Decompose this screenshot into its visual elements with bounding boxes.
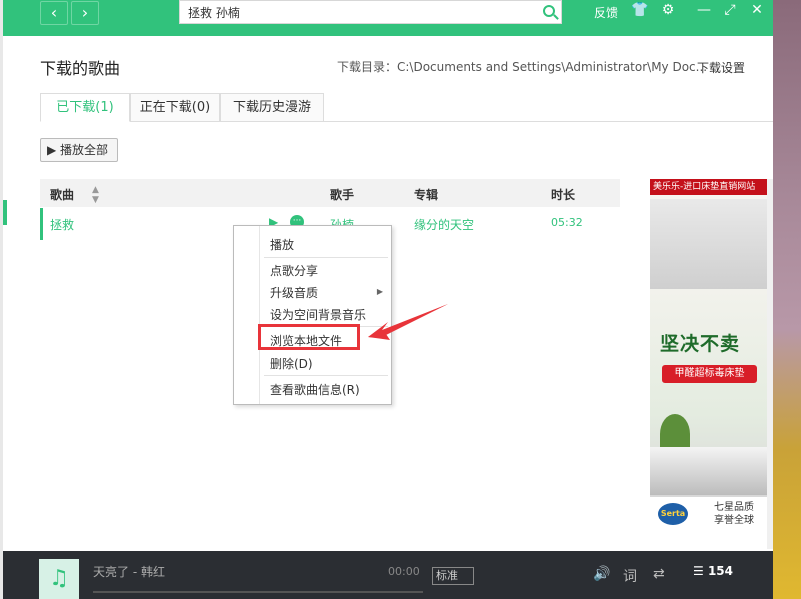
download-settings-link[interactable]: 下载设置 (697, 59, 745, 76)
quality-selector[interactable]: 标准 (432, 567, 474, 585)
duration: 05:32 (551, 216, 583, 229)
annotation-arrow-icon (368, 304, 448, 340)
mattress-image (650, 199, 767, 289)
playlist-button[interactable]: ☰ 154 (693, 564, 733, 578)
tab-downloading[interactable]: 正在下载(0) (130, 93, 220, 122)
player-bar: ♫ 天亮了 - 韩红 00:00 标准 🔊 词 ⇄ ☰ 154 (3, 551, 773, 599)
album-name[interactable]: 缘分的天空 (414, 216, 474, 233)
ad-badge: 甲醛超标毒床垫 (662, 365, 757, 383)
playmode-icon[interactable]: ⇄ (653, 566, 665, 582)
window-left-edge (0, 0, 3, 599)
menu-divider (264, 375, 388, 376)
ad-slogan: 坚决不卖 (660, 333, 741, 355)
desktop-background (773, 0, 801, 599)
tab-download-history[interactable]: 下载历史漫游 (220, 93, 324, 122)
sidebar-active-marker (3, 200, 7, 225)
volume-icon[interactable]: 🔊 (593, 566, 610, 582)
tab-downloaded[interactable]: 已下载(1) (40, 93, 130, 122)
search-input[interactable] (180, 1, 520, 23)
playback-time: 00:00 (388, 565, 420, 578)
play-all-button[interactable]: ▶ 播放全部 (40, 138, 118, 162)
brand-logo: Serta (658, 503, 688, 525)
menu-item-delete[interactable]: 删除(D) (270, 355, 313, 372)
ad-footer-line1: 七星品质 (714, 502, 754, 513)
top-bar: ‹ › 反馈 👕 ⚙ — ⤢ ✕ (3, 0, 773, 36)
lyrics-icon[interactable]: 词 (623, 566, 637, 586)
column-song[interactable]: 歌曲 (50, 186, 74, 203)
menu-item-upgrade-quality[interactable]: 升级音质 (270, 284, 318, 301)
tab-bar: 已下载(1) 正在下载(0) 下载历史漫游 (40, 93, 773, 122)
gear-icon[interactable]: ⚙ (659, 2, 677, 18)
now-playing[interactable]: 天亮了 - 韩红 (93, 563, 165, 580)
column-duration[interactable]: 时长 (551, 186, 575, 203)
menu-item-song-info[interactable]: 查看歌曲信息(R) (270, 381, 360, 398)
back-button[interactable]: ‹ (40, 1, 68, 25)
sort-icon[interactable]: ▲ ▼ (92, 185, 99, 205)
ad-footer: Serta 七星品质 享誉全球 (650, 497, 767, 531)
annotation-highlight-box (258, 324, 360, 350)
search-icon[interactable] (543, 5, 555, 17)
menu-item-set-background-music[interactable]: 设为空间背景音乐 (270, 306, 366, 323)
playlist-count: 154 (707, 564, 733, 578)
song-title[interactable]: 拯救 (50, 216, 74, 233)
scrollbar[interactable] (767, 179, 773, 549)
search-box (179, 0, 562, 24)
close-icon[interactable]: ✕ (748, 2, 766, 18)
column-album[interactable]: 专辑 (414, 186, 438, 203)
ad-header: 美乐乐-进口床垫直销网站 (650, 179, 767, 195)
skin-icon[interactable]: 👕 (631, 2, 649, 18)
menu-gutter (234, 226, 260, 404)
table-header: 歌曲 ▲ ▼ 歌手 专辑 时长 (40, 179, 620, 207)
feedback-link[interactable]: 反馈 (594, 4, 618, 21)
menu-item-play[interactable]: 播放 (270, 236, 294, 253)
download-directory[interactable]: 下载目录：C:\Documents and Settings\Administr… (337, 58, 707, 75)
column-singer[interactable]: 歌手 (330, 186, 354, 203)
mini-mode-icon[interactable]: ⤢ (721, 2, 739, 18)
progress-bar[interactable] (93, 591, 423, 593)
menu-divider (264, 257, 388, 258)
ad-footer-line2: 享誉全球 (714, 515, 754, 526)
minimize-icon[interactable]: — (695, 2, 713, 18)
submenu-arrow-icon: ▶ (376, 287, 383, 296)
advertisement[interactable]: 美乐乐-进口床垫直销网站 坚决不卖 甲醛超标毒床垫 Serta 七星品质 享誉全… (650, 179, 767, 531)
page-title: 下载的歌曲 (40, 59, 121, 78)
menu-item-share[interactable]: 点歌分享 (270, 262, 318, 279)
forward-button[interactable]: › (71, 1, 99, 25)
ad-footer-text: 七星品质 享誉全球 (714, 501, 754, 527)
music-note-icon[interactable]: ♫ (39, 559, 79, 599)
bed-image (650, 447, 767, 495)
